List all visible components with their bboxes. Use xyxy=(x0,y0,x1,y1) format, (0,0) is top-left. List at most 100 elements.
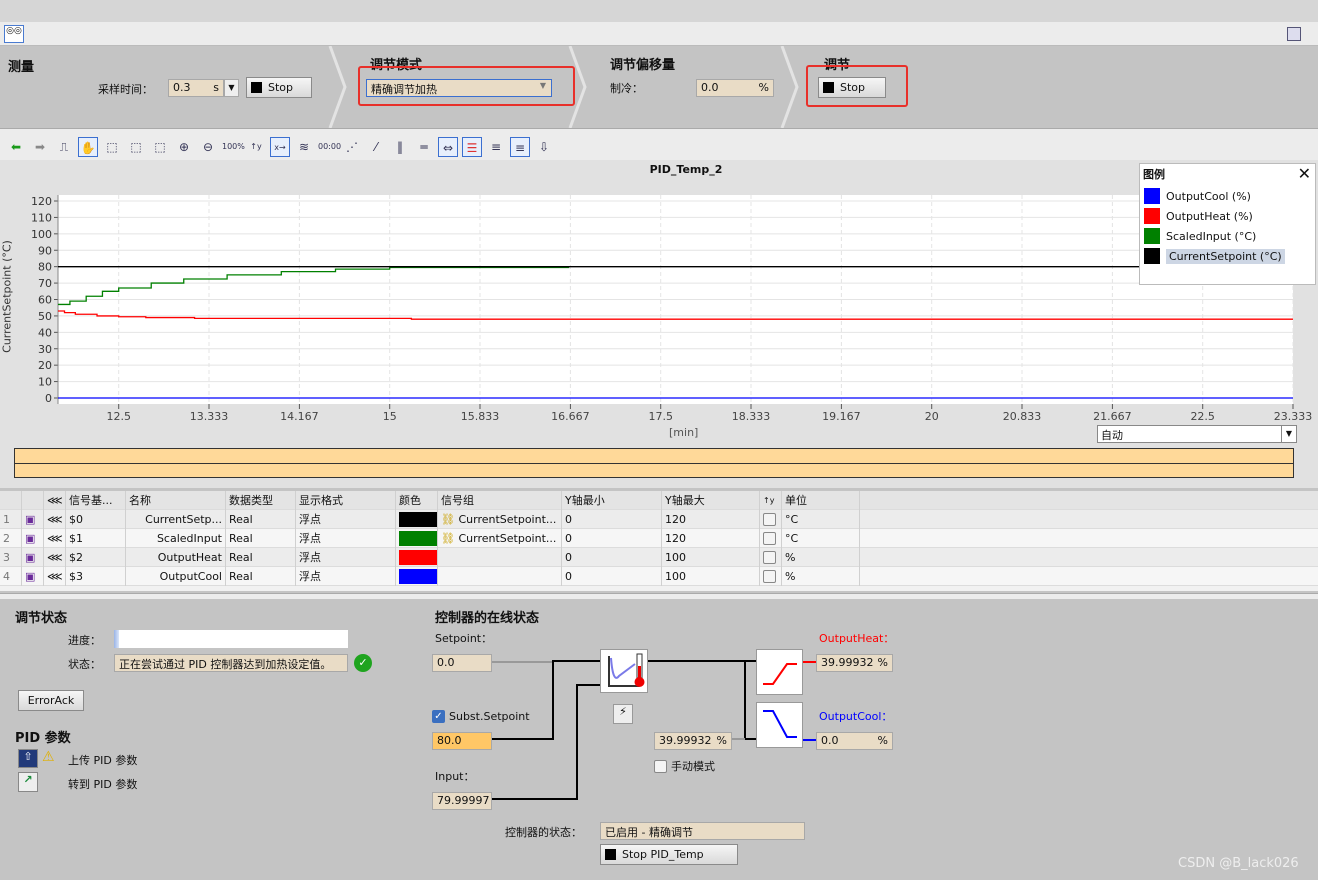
trend-points-icon[interactable]: ⋰ xyxy=(342,137,362,157)
x-tick-label: 20 xyxy=(925,410,939,423)
legend-label: ScaledInput (°C) xyxy=(1166,229,1257,243)
col-header[interactable]: 数据类型 xyxy=(226,490,296,510)
forward-icon[interactable]: ➡ xyxy=(30,137,50,157)
pan-hand-icon[interactable]: ✋ xyxy=(78,137,98,157)
checkbox-icon[interactable] xyxy=(763,531,776,545)
x-tick-label: 19.167 xyxy=(822,410,861,423)
legend-item[interactable]: OutputHeat (%) xyxy=(1140,206,1315,226)
output-value-field[interactable]: 39.99932% xyxy=(654,732,732,750)
output-value: 39.99932 xyxy=(659,734,712,747)
zoom-in-icon[interactable]: ⊕ xyxy=(174,137,194,157)
color-swatch[interactable] xyxy=(399,530,437,546)
back-icon[interactable]: ⬅ xyxy=(6,137,26,157)
align-left-icon[interactable]: ≡ xyxy=(486,137,506,157)
legend-item[interactable]: OutputCool (%) xyxy=(1140,186,1315,206)
watermark: CSDN @B_lack026 xyxy=(1178,856,1299,871)
signal-type-icon: ▣ xyxy=(22,566,44,586)
col-header[interactable]: 颜色 xyxy=(396,490,438,510)
col-header[interactable]: 显示格式 xyxy=(296,490,396,510)
legend-item[interactable]: CurrentSetpoint (°C) xyxy=(1140,246,1315,266)
cell-unit: °C xyxy=(782,509,860,529)
tuning-header: 测量 采样时间： 0.3 s ▼ Stop 调节模式 精确调节加热 ▼ 调节偏移量 … xyxy=(0,46,1318,128)
line-icon[interactable]: ⁄ xyxy=(366,137,386,157)
col-header[interactable]: 名称 xyxy=(126,490,226,510)
setpoint-value: 0.0 xyxy=(432,654,492,672)
legend-label: OutputHeat (%) xyxy=(1166,209,1253,223)
color-swatch[interactable] xyxy=(399,511,437,527)
time-icon[interactable]: 00:00 xyxy=(318,137,341,157)
col-header[interactable]: 信号基... xyxy=(66,490,126,510)
checkbox-icon[interactable] xyxy=(763,550,776,564)
col-header[interactable]: 信号组 xyxy=(438,490,562,510)
cell-addr: $3 xyxy=(66,566,126,586)
subst-setpoint-input[interactable]: 80.0 xyxy=(432,732,492,750)
horizontal-ruler-icon[interactable]: ═ xyxy=(414,137,434,157)
color-swatch[interactable] xyxy=(399,568,437,584)
close-icon[interactable]: ✕ xyxy=(1298,164,1311,183)
cell-color xyxy=(396,547,438,567)
y-tick-label: 50 xyxy=(38,310,52,323)
subst-setpoint-checkbox[interactable]: ✓ Subst.Setpoint xyxy=(432,710,530,723)
checkbox-icon[interactable] xyxy=(763,512,776,526)
time-overview-bar[interactable] xyxy=(14,448,1294,478)
editor-toolbar: ◎◎ xyxy=(0,22,1318,46)
table-row[interactable]: 4 ▣ ⋘ $3 OutputCool Real 浮点 0 100% xyxy=(0,566,1318,586)
fit-icon[interactable]: ⇔ xyxy=(438,137,458,157)
tuning-status-panel: 调节状态 进度： 状态： 正在尝试通过 PID 控制器达到加热设定值。 ✓ Er… xyxy=(0,600,1318,880)
curve-icon[interactable]: ≋ xyxy=(294,137,314,157)
col-header[interactable]: Y轴最大 xyxy=(662,490,760,510)
mode-select[interactable]: 精确调节加热 ▼ xyxy=(366,79,552,97)
legend-item[interactable]: ScaledInput (°C) xyxy=(1140,226,1315,246)
pid-controller-icon[interactable] xyxy=(600,649,648,693)
y-100-icon[interactable]: ↑y xyxy=(246,137,266,157)
vertical-ruler-icon[interactable]: ‖ xyxy=(390,137,410,157)
output-cool-unit: % xyxy=(877,734,888,747)
stop-label: Stop xyxy=(268,81,294,94)
legend-swatch xyxy=(1144,248,1160,264)
y-tick-label: 60 xyxy=(38,294,52,307)
checkbox-checked-icon: ✓ xyxy=(432,710,445,723)
pid-graph-icon xyxy=(608,653,645,687)
splitter[interactable] xyxy=(0,593,1318,599)
x-100-icon[interactable]: x→ xyxy=(270,137,290,157)
pid-instance-icon[interactable]: ⚡ xyxy=(613,704,633,724)
layout-icon[interactable] xyxy=(1287,27,1301,41)
stop-pid-button[interactable]: Stop PID_Temp xyxy=(600,844,738,865)
zoom-out-icon[interactable]: ⊖ xyxy=(198,137,218,157)
col-header[interactable]: 单位 xyxy=(782,490,860,510)
sample-time-input[interactable]: 0.3 s xyxy=(168,79,224,97)
cell-name: OutputCool xyxy=(126,566,226,586)
cell-unit: % xyxy=(782,547,860,567)
legend-swatch xyxy=(1144,188,1160,204)
checkbox-icon[interactable] xyxy=(763,569,776,583)
cell-unit: °C xyxy=(782,528,860,548)
input-label: Input： xyxy=(435,770,475,783)
cool-offset-input[interactable]: 0.0% xyxy=(696,79,774,97)
monitor-icon[interactable]: ◎◎ xyxy=(4,25,24,43)
output-cool-label: OutputCool： xyxy=(819,710,893,723)
legend-icon[interactable]: ☰ xyxy=(462,137,482,157)
col-header[interactable]: Y轴最小 xyxy=(562,490,662,510)
cell-group: ⛓ CurrentSetpoint... xyxy=(438,528,562,548)
color-swatch[interactable] xyxy=(399,549,437,565)
snapshot-icon[interactable]: ⎍ xyxy=(54,137,74,157)
sample-unit-dropdown[interactable]: ▼ xyxy=(224,79,239,97)
link-icon: ⛓ xyxy=(441,531,459,545)
measure-stop-button[interactable]: Stop xyxy=(246,77,312,98)
manual-mode-checkbox[interactable]: 手动模式 xyxy=(654,758,715,774)
cell-ymin: 0 xyxy=(562,566,662,586)
export-icon[interactable]: ⇩ xyxy=(534,137,554,157)
time-range-select[interactable]: 自动 ▼ xyxy=(1097,425,1297,443)
table-row[interactable]: 1 ▣ ⋘ $0 CurrentSetp... Real 浮点 ⛓ CurrentSetpoi… xyxy=(0,509,1318,529)
y-tick-label: 120 xyxy=(31,195,52,208)
table-row[interactable]: 2 ▣ ⋘ $1 ScaledInput Real 浮点 ⛓ CurrentSetpoint.… xyxy=(0,528,1318,548)
tune-stop-button[interactable]: Stop xyxy=(818,77,886,98)
align-right-icon[interactable]: ≡ xyxy=(510,137,530,157)
cell-ymax: 100 xyxy=(662,566,760,586)
zoom-box-icon[interactable]: ⬚ xyxy=(102,137,122,157)
zoom-vertical-icon[interactable]: ⬚ xyxy=(126,137,146,157)
setpoint-label: Setpoint： xyxy=(435,632,493,645)
table-row[interactable]: 3 ▣ ⋘ $2 OutputHeat Real 浮点 0 100% xyxy=(0,547,1318,567)
zoom-horizontal-icon[interactable]: ⬚ xyxy=(150,137,170,157)
zoom-100-icon[interactable]: 100% xyxy=(222,137,245,157)
